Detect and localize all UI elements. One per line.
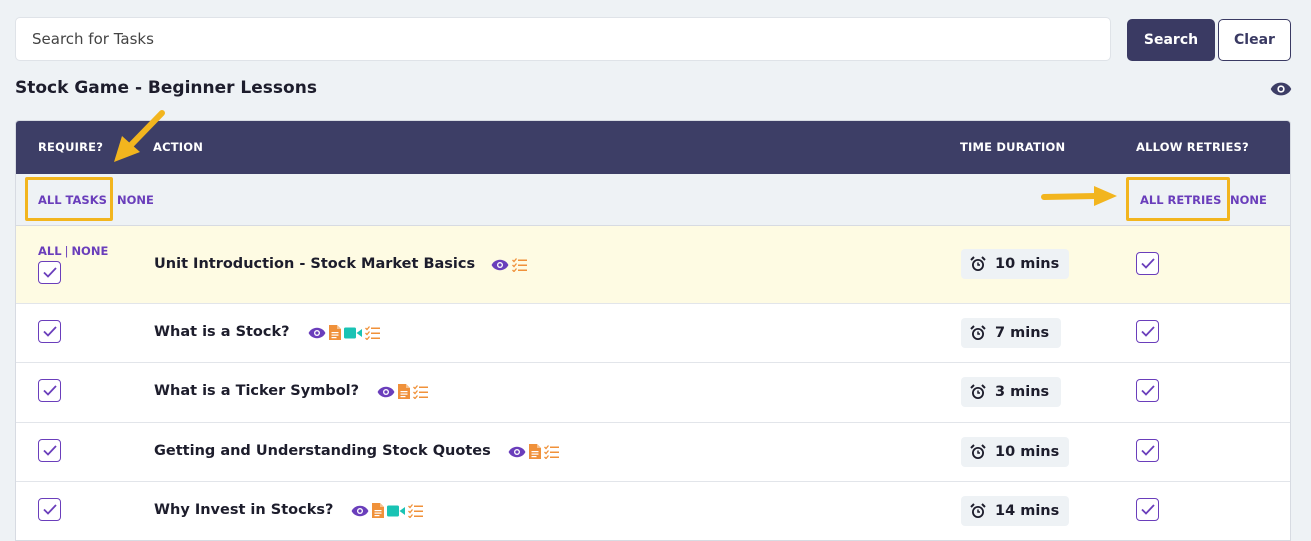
annotation-arrow: [1041, 186, 1117, 206]
task-title[interactable]: Getting and Understanding Stock Quotes: [154, 443, 491, 459]
table-header: REQUIRE? ACTION TIME DURATION ALLOW RETR…: [16, 121, 1290, 174]
table-row: What is a Stock? 7 mins: [16, 304, 1290, 363]
video-icon[interactable]: [344, 327, 362, 339]
eye-icon[interactable]: [351, 505, 369, 517]
all-retries-link[interactable]: ALL RETRIES: [1140, 193, 1221, 207]
checklist-icon[interactable]: [413, 384, 428, 399]
task-title[interactable]: What is a Ticker Symbol?: [154, 383, 359, 399]
document-icon[interactable]: [529, 444, 541, 459]
eye-icon[interactable]: [491, 259, 509, 271]
table-row: Why Invest in Stocks? 14 mins: [16, 482, 1290, 540]
document-icon[interactable]: [329, 325, 341, 340]
retries-checkbox[interactable]: [1136, 252, 1159, 275]
require-checkbox[interactable]: [38, 379, 61, 402]
none-retries-link[interactable]: NONE: [1230, 193, 1267, 207]
row-select-links: ALL | NONE: [38, 244, 108, 258]
header-require: REQUIRE?: [38, 140, 104, 154]
duration-badge: 7 mins: [961, 318, 1061, 348]
require-checkbox[interactable]: [38, 261, 61, 284]
search-button[interactable]: Search: [1127, 19, 1215, 61]
row-none-link[interactable]: NONE: [71, 244, 108, 258]
search-bar: Search Clear: [15, 17, 1291, 61]
checklist-icon[interactable]: [544, 444, 559, 459]
require-checkbox[interactable]: [38, 439, 61, 462]
retries-checkbox[interactable]: [1136, 379, 1159, 402]
annotation-arrow: [114, 110, 165, 162]
duration-text: 7 mins: [995, 325, 1050, 341]
page-title: Stock Game - Beginner Lessons: [15, 78, 317, 98]
duration-badge: 14 mins: [961, 496, 1069, 526]
duration-badge: 10 mins: [961, 437, 1069, 467]
duration-badge: 3 mins: [961, 377, 1061, 407]
task-icons: [351, 503, 423, 518]
alarm-clock-icon: [970, 444, 986, 460]
retries-checkbox[interactable]: [1136, 320, 1159, 343]
task-icons: [491, 258, 527, 272]
eye-icon[interactable]: [377, 386, 395, 398]
table-row: Getting and Understanding Stock Quotes 1…: [16, 423, 1290, 482]
task-title[interactable]: Unit Introduction - Stock Market Basics: [154, 256, 475, 272]
clear-button[interactable]: Clear: [1218, 19, 1291, 61]
alarm-clock-icon: [970, 503, 986, 519]
checklist-icon[interactable]: [512, 258, 527, 272]
duration-text: 3 mins: [995, 384, 1050, 400]
duration-badge: 10 mins: [961, 249, 1069, 279]
none-tasks-link[interactable]: NONE: [117, 193, 154, 207]
require-checkbox[interactable]: [38, 320, 61, 343]
table-row: ALL | NONE Unit Introduction - Stock Marke…: [16, 226, 1290, 304]
all-tasks-link[interactable]: ALL TASKS: [38, 193, 107, 207]
duration-text: 14 mins: [995, 503, 1060, 519]
duration-text: 10 mins: [995, 444, 1060, 460]
video-icon[interactable]: [387, 505, 405, 517]
task-title[interactable]: Why Invest in Stocks?: [154, 502, 333, 518]
task-title[interactable]: What is a Stock?: [154, 324, 290, 340]
eye-icon[interactable]: [308, 327, 326, 339]
document-icon[interactable]: [372, 503, 384, 518]
eye-icon[interactable]: [1270, 81, 1292, 97]
search-input[interactable]: [15, 17, 1111, 61]
table-row: What is a Ticker Symbol? 3 mins: [16, 363, 1290, 423]
task-icons: [508, 444, 559, 459]
separator: |: [64, 244, 69, 258]
task-icons: [308, 325, 380, 340]
eye-icon[interactable]: [508, 446, 526, 458]
alarm-clock-icon: [970, 384, 986, 400]
header-allow-retries: ALLOW RETRIES?: [1136, 140, 1249, 154]
alarm-clock-icon: [970, 325, 986, 341]
document-icon[interactable]: [398, 384, 410, 399]
retries-checkbox[interactable]: [1136, 439, 1159, 462]
retries-checkbox[interactable]: [1136, 498, 1159, 521]
header-time-duration: TIME DURATION: [960, 140, 1066, 154]
checklist-icon[interactable]: [365, 325, 380, 340]
row-all-link[interactable]: ALL: [38, 244, 62, 258]
task-icons: [377, 384, 428, 399]
require-checkbox[interactable]: [38, 498, 61, 521]
alarm-clock-icon: [970, 256, 986, 272]
duration-text: 10 mins: [995, 256, 1060, 272]
checklist-icon[interactable]: [408, 503, 423, 518]
